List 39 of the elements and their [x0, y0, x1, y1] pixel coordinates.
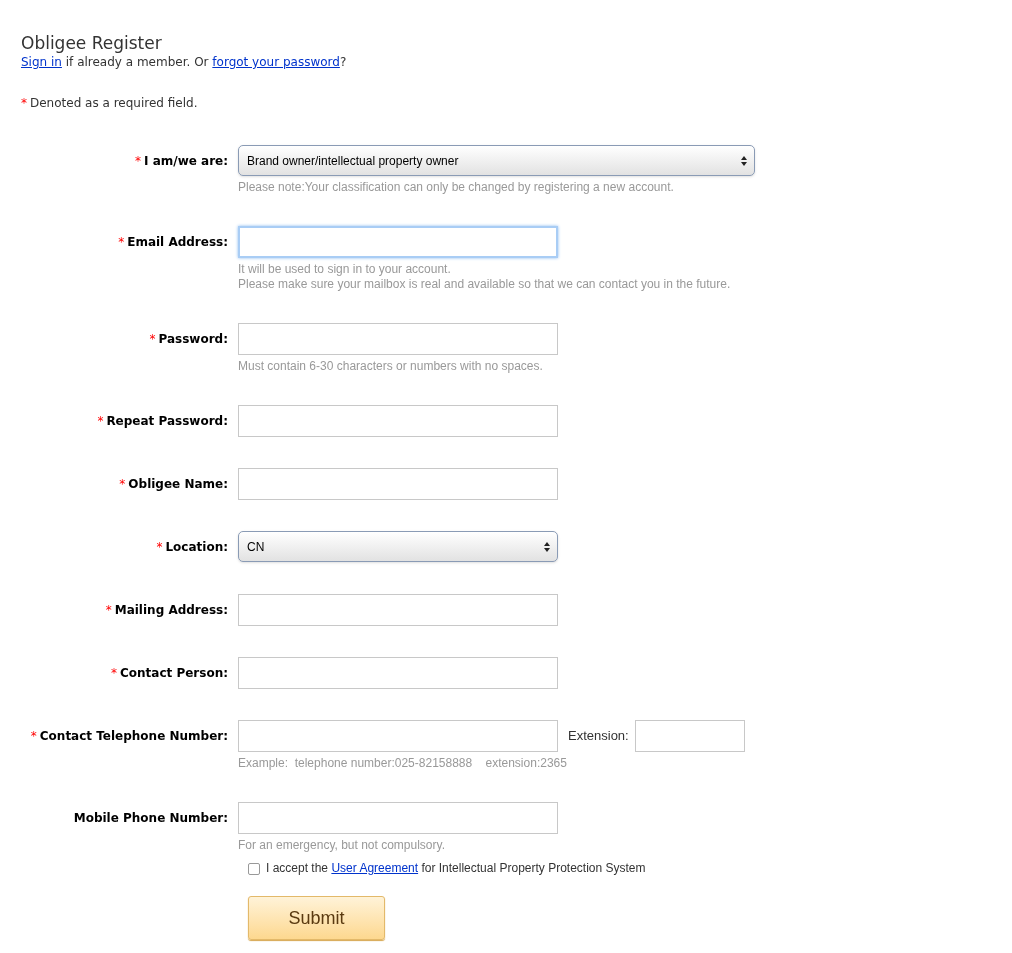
page-title: Obligee Register: [21, 32, 163, 54]
field-label: * Location:: [155, 539, 229, 556]
field-label: Mobile Phone Number:: [72, 810, 229, 827]
required-field-note: * Denoted as a required field.: [21, 95, 199, 111]
sign-in-sentence: Sign in if already a member. Or forgot your password?: [21, 54, 348, 70]
select-dropdown[interactable]: CN: [238, 531, 558, 562]
hint-text: Please note:Your classification can only be changed by registering a new account.: [238, 180, 675, 195]
hint-text: It will be used to sign in to your account.: [238, 262, 452, 277]
field-label: * Mailing Address:: [104, 602, 229, 619]
link[interactable]: Sign in: [21, 55, 62, 69]
field-label: * Password:: [148, 331, 229, 348]
hint-text: Please make sure your mailbox is real and available so that we can contact you in the future.: [238, 277, 731, 292]
extension-label: Extension:: [568, 727, 629, 746]
input-field[interactable]: [238, 468, 558, 500]
select-dropdown[interactable]: Brand owner/intellectual property owner: [238, 145, 755, 176]
input-field[interactable]: [238, 594, 558, 626]
input-field[interactable]: [238, 720, 558, 752]
submit-button[interactable]: Submit: [248, 896, 385, 940]
extension-field[interactable]: [634, 720, 745, 752]
field-label: * Email Address:: [117, 234, 229, 251]
field-label: * Contact Telephone Number:: [29, 728, 229, 745]
field-label: * Obligee Name:: [118, 476, 229, 493]
input-field[interactable]: [238, 323, 558, 355]
updown-arrows-icon: [741, 155, 747, 166]
hint-text: Example: telephone number:025-82158888 extension:2365: [238, 756, 568, 771]
input-field[interactable]: [238, 405, 558, 437]
input-field[interactable]: [238, 226, 558, 258]
input-field[interactable]: [238, 802, 558, 834]
hint-text: Must contain 6-30 characters or numbers with no spaces.: [238, 359, 544, 374]
hint-text: For an emergency, but not compulsory.: [238, 838, 446, 853]
field-label: * Repeat Password:: [96, 413, 229, 430]
agreement-sentence: I accept the User Agreement for Intellectual Property Protection System: [266, 860, 646, 877]
field-label: * Contact Person:: [109, 665, 229, 682]
input-field[interactable]: [238, 657, 558, 689]
field-label: * I am/we are:: [134, 153, 229, 170]
link[interactable]: forgot your password: [212, 55, 340, 69]
link[interactable]: User Agreement: [331, 861, 419, 875]
updown-arrows-icon: [544, 541, 550, 552]
agreement-checkbox[interactable]: [248, 863, 260, 875]
